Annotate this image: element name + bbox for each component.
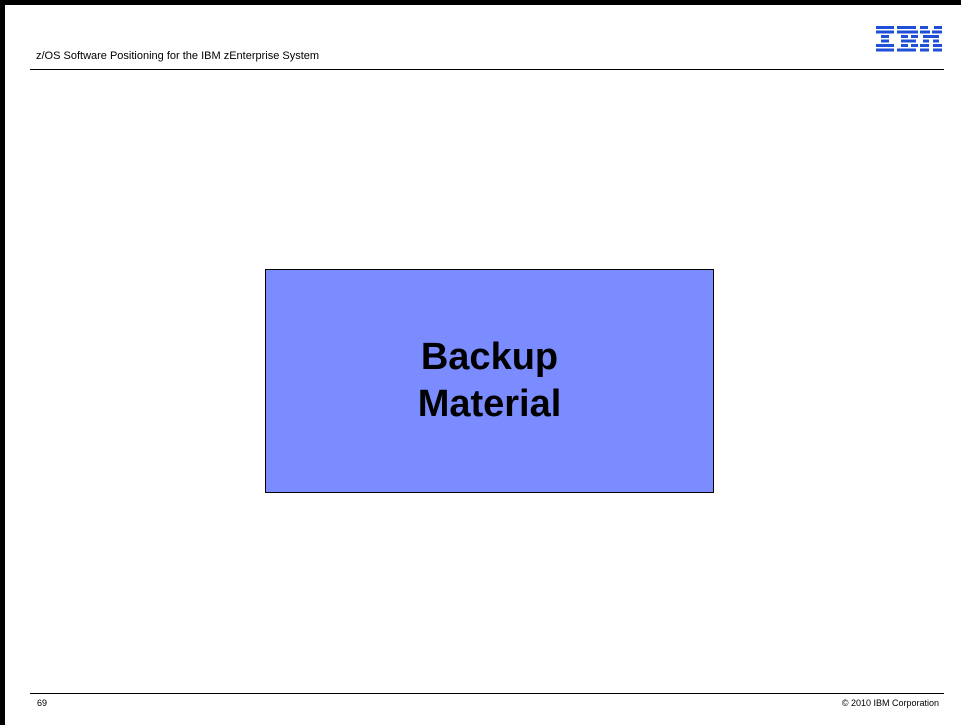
header-divider [30, 69, 944, 70]
backup-material-box: Backup Material [265, 269, 714, 493]
slide: z/OS Software Positioning for the IBM zE… [0, 0, 961, 725]
page-number: 69 [37, 698, 48, 708]
footer-divider [30, 693, 944, 694]
backup-heading-line-2: Material [417, 383, 562, 425]
slide-frame-top [0, 0, 961, 5]
ibm-logo [876, 26, 942, 52]
backup-heading-line-1: Backup [420, 336, 559, 378]
backup-material-heading: Backup Material [418, 334, 562, 428]
copyright-notice: © 2010 IBM Corporation [841, 698, 939, 708]
slide-frame-left [0, 0, 5, 725]
slide-header-title: z/OS Software Positioning for the IBM zE… [36, 50, 320, 62]
